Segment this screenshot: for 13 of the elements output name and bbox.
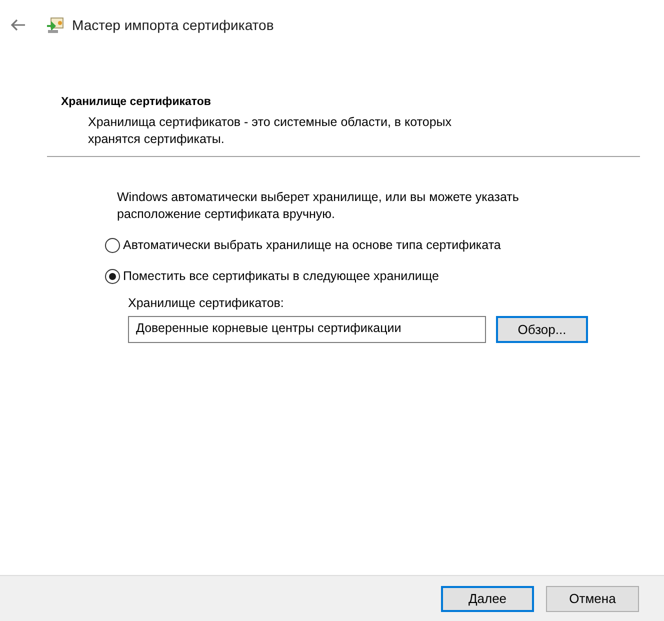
intro-text: Windows автоматически выберет хранилище, или вы можете указать расположение сертификата вручную. — [117, 189, 520, 223]
radio-option[interactable]: Поместить все сертификаты в следующее хранилище — [105, 266, 439, 286]
store-label: Хранилище сертификатов: — [128, 296, 285, 310]
dialog-button[interactable]: Далее — [441, 586, 534, 612]
section-title: Хранилище сертификатов — [61, 96, 212, 108]
dialog-button[interactable]: Отмена — [546, 586, 639, 612]
section-description: Хранилища сертификатов - это системные области, в которых хранятся сертификаты. — [88, 114, 453, 148]
certificate-import-icon — [46, 16, 64, 34]
back-arrow-icon[interactable] — [10, 19, 26, 31]
store-field[interactable]: Доверенные корневые центры сертификации — [128, 316, 486, 343]
radio-option[interactable]: Автоматически выбрать хранилище на основе типа сертификата — [105, 235, 501, 255]
browse-button[interactable]: Обзор... — [496, 316, 588, 343]
window-title: Мастер импорта сертификатов — [72, 17, 274, 33]
